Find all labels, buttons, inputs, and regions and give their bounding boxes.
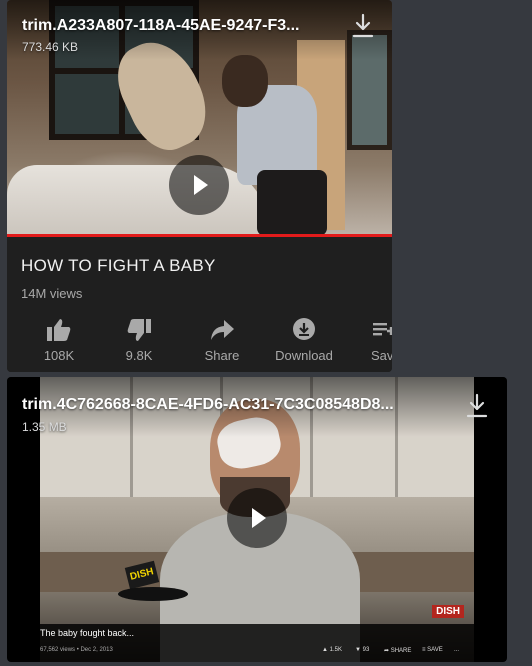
- play-button[interactable]: [169, 155, 229, 215]
- more-icon: ...: [454, 647, 460, 653]
- play-button[interactable]: [227, 488, 287, 548]
- dislike-action[interactable]: 9.8K: [104, 317, 174, 363]
- share-label: Share: [204, 348, 240, 363]
- download-label: Download: [275, 348, 333, 363]
- view-count: 14M views: [21, 286, 83, 301]
- thumbs-up-icon: [47, 319, 71, 341]
- man-legs: [257, 170, 327, 236]
- save-label: Sav: [371, 348, 392, 363]
- thumbs-down-icon: [127, 319, 151, 341]
- download-icon: [352, 13, 374, 38]
- mini-like[interactable]: ▲ 1.5K: [322, 647, 342, 653]
- share-action[interactable]: Share: [187, 317, 257, 363]
- video-caption: The baby fought back...: [40, 628, 135, 638]
- thumbs-down-icon: ▼: [355, 647, 363, 653]
- download-button[interactable]: [350, 12, 376, 40]
- file-name: trim.4C762668-8CAE-4FD6-AC31-7C3C08548D8…: [22, 396, 394, 413]
- mini-share-label: SHARE: [390, 648, 412, 654]
- download-action[interactable]: Download: [269, 317, 339, 363]
- mini-save-label: SAVE: [427, 647, 443, 653]
- save-action[interactable]: Sav: [351, 317, 392, 363]
- dislike-count: 9.8K: [125, 348, 153, 363]
- download-icon: [293, 318, 315, 340]
- video-title: HOW TO FIGHT A BABY: [21, 256, 216, 275]
- man-head: [222, 55, 268, 107]
- like-count: 108K: [43, 348, 75, 363]
- video-attachment-2[interactable]: DISH DISH trim.4C762668-8CAE-4FD6-AC31-7…: [7, 377, 507, 662]
- bed: [7, 165, 267, 236]
- video-meta: 67,562 views • Dec 2, 2013: [40, 647, 113, 653]
- mini-dislike-count: 93: [362, 647, 370, 653]
- download-icon: [466, 393, 488, 418]
- mini-dislike[interactable]: ▼ 93: [355, 647, 369, 653]
- mini-save[interactable]: ≡ SAVE: [422, 647, 443, 653]
- share-icon: ➦: [384, 648, 391, 654]
- save-icon: [373, 323, 392, 336]
- download-button[interactable]: [464, 392, 490, 420]
- file-size: 1.35 MB: [22, 420, 67, 434]
- mini-like-count: 1.5K: [329, 647, 342, 653]
- video-attachment-1[interactable]: trim.A233A807-118A-45AE-9247-F3... 773.4…: [7, 0, 392, 372]
- channel-logo: DISH: [432, 605, 464, 618]
- embedded-video-bar: The baby fought back... 67,562 views • D…: [40, 624, 474, 662]
- like-action[interactable]: 108K: [24, 317, 94, 363]
- file-size: 773.46 KB: [22, 40, 79, 54]
- video-info-panel: HOW TO FIGHT A BABY 14M views 108K 9.8K …: [7, 237, 392, 372]
- mini-more[interactable]: ...: [454, 647, 459, 653]
- share-icon: [211, 320, 234, 340]
- mini-share[interactable]: ➦ SHARE: [384, 647, 411, 654]
- hat: [118, 587, 188, 601]
- file-name: trim.A233A807-118A-45AE-9247-F3...: [22, 17, 300, 34]
- thumbs-up-icon: ▲: [322, 647, 330, 653]
